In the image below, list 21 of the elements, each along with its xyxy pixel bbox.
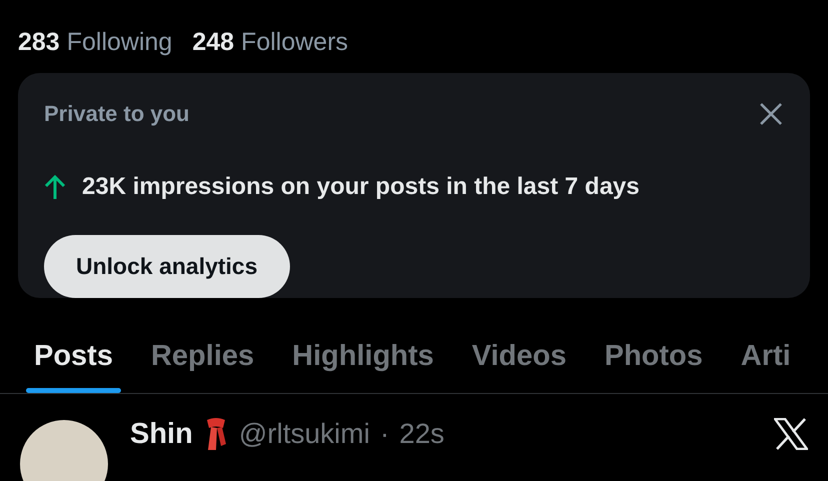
stat-label: Following bbox=[66, 28, 172, 57]
stat-label: Followers bbox=[241, 28, 348, 57]
profile-tab[interactable]: Highlights bbox=[284, 334, 442, 393]
impressions-message: 23K impressions on your posts in the last 7 days bbox=[82, 173, 640, 201]
stat-count: 283 bbox=[18, 28, 60, 57]
unlock-analytics-button[interactable]: Unlock analytics bbox=[44, 235, 290, 298]
profile-tab[interactable]: Arti bbox=[732, 334, 799, 393]
author-handle[interactable]: @rltsukimi bbox=[238, 418, 370, 450]
x-logo-icon bbox=[774, 418, 808, 450]
author-name[interactable]: Shin bbox=[130, 418, 193, 450]
card-title: Private to you bbox=[44, 101, 190, 127]
profile-tab[interactable]: Replies bbox=[142, 334, 262, 393]
close-button[interactable] bbox=[758, 101, 784, 127]
post-time[interactable]: 22s bbox=[399, 418, 444, 450]
profile-tab[interactable]: Photos bbox=[596, 334, 711, 393]
separator: · bbox=[380, 418, 390, 450]
stat-count: 248 bbox=[192, 28, 234, 57]
profile-tab[interactable]: Posts bbox=[26, 334, 121, 393]
close-icon bbox=[758, 101, 784, 127]
profile-tab[interactable]: Videos bbox=[464, 334, 574, 393]
up-arrow-icon bbox=[44, 174, 66, 200]
